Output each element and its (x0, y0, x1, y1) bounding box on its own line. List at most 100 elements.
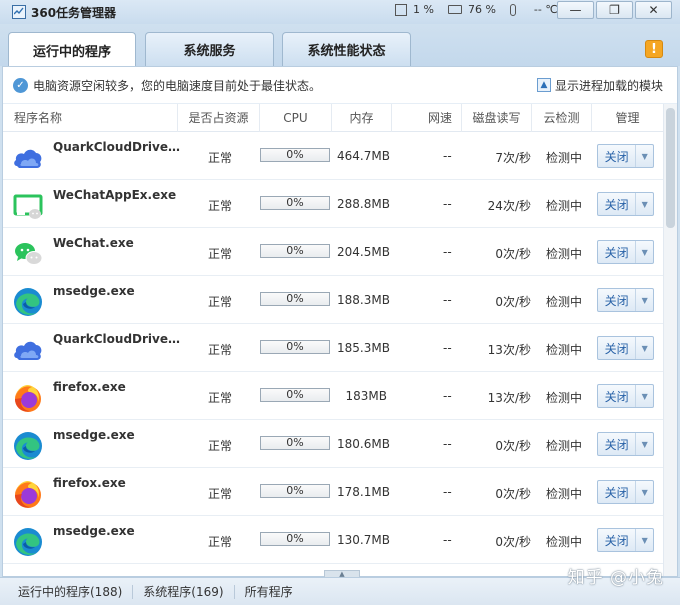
show-modules-link[interactable]: ▲ 显示进程加载的模块 (536, 77, 663, 94)
restore-button[interactable]: ❐ (596, 1, 633, 19)
network-speed: -- (443, 485, 452, 499)
minimize-button[interactable]: — (557, 1, 594, 19)
tab-running-programs[interactable]: 运行中的程序 (8, 32, 136, 67)
vertical-scrollbar[interactable] (663, 104, 677, 576)
chevron-down-icon[interactable]: ▼ (635, 529, 653, 551)
process-name: msedge.exe (53, 428, 135, 442)
close-process-label: 关闭 (604, 437, 629, 452)
close-process-button[interactable]: 关闭 ▼ (597, 144, 654, 168)
firefox-icon (12, 478, 44, 510)
cloud-check-status: 检测中 (546, 199, 583, 213)
edge-icon (12, 526, 44, 558)
network-speed: -- (443, 149, 452, 163)
process-row[interactable]: firefox.exe 正常 0% 178.1MB -- 0次/秒 检测中 关闭 ▼ (3, 468, 663, 516)
temperature: -- ℃ (533, 3, 558, 16)
disk-io: 0次/秒 (495, 535, 531, 549)
cloud-check-status: 检测中 (546, 151, 583, 165)
memory-usage: 178.1MB (337, 485, 390, 499)
arrow-up-icon: ▲ (536, 78, 551, 92)
chevron-down-icon[interactable]: ▼ (635, 289, 653, 311)
disk-io: 0次/秒 (495, 487, 531, 501)
scrollbar-thumb[interactable] (666, 108, 675, 228)
cpu-icon (395, 3, 407, 16)
column-disk[interactable]: 磁盘读写 (462, 104, 532, 132)
filter-running-programs[interactable]: 运行中的程序(188) (0, 584, 134, 599)
window-title: 360任务管理器 (31, 5, 117, 20)
chevron-down-icon[interactable]: ▼ (635, 145, 653, 167)
memory-usage: 185.3MB (337, 341, 390, 355)
cpu-usage-bar: 0% (260, 148, 330, 162)
network-speed: -- (443, 533, 452, 547)
column-cloud[interactable]: 云检测 (532, 104, 592, 132)
close-process-button[interactable]: 关闭 ▼ (597, 384, 654, 408)
cloud-check-status: 检测中 (546, 439, 583, 453)
process-row[interactable]: QuarkCloudDrive.e... 正常 0% 185.3MB -- 13次/秒 检测… (3, 324, 663, 372)
filter-all-programs[interactable]: 所有程序 (235, 585, 303, 599)
close-process-label: 关闭 (604, 197, 629, 212)
chevron-down-icon[interactable]: ▼ (635, 385, 653, 407)
memory-icon (447, 5, 462, 14)
process-name: msedge.exe (53, 284, 135, 298)
warning-icon[interactable]: ! (645, 40, 663, 58)
close-process-button[interactable]: 关闭 ▼ (597, 432, 654, 456)
close-process-button[interactable]: 关闭 ▼ (597, 528, 654, 552)
system-stats: 1 % 76 % -- ℃ (395, 3, 558, 16)
close-button[interactable]: ✕ (635, 1, 672, 19)
edge-icon (12, 286, 44, 318)
column-manage: 管理 (615, 111, 640, 125)
close-process-button[interactable]: 关闭 ▼ (597, 480, 654, 504)
close-process-label: 关闭 (604, 341, 629, 356)
memory-usage: 76 % (467, 3, 496, 16)
chevron-down-icon[interactable]: ▼ (635, 241, 653, 263)
process-name: WeChat.exe (53, 236, 134, 250)
network-speed: -- (443, 197, 452, 211)
zhihu-watermark: 知乎 @小兔 (567, 568, 664, 588)
wechat-icon (12, 238, 44, 270)
cpu-usage-bar: 0% (260, 484, 330, 498)
process-row[interactable]: WeChatAppEx.exe 正常 0% 288.8MB -- 24次/秒 检测中 关闭 ▼ (3, 180, 663, 228)
close-process-button[interactable]: 关闭 ▼ (597, 288, 654, 312)
check-icon: ✓ (13, 77, 28, 93)
close-process-label: 关闭 (604, 533, 629, 548)
column-cpu[interactable]: CPU (260, 104, 332, 132)
chevron-down-icon[interactable]: ▼ (635, 337, 653, 359)
column-name[interactable]: 程序名称 (3, 104, 178, 132)
tab-system-performance[interactable]: 系统性能状态 (282, 32, 411, 66)
chevron-down-icon[interactable]: ▼ (635, 433, 653, 455)
cpu-usage-bar: 0% (260, 388, 330, 402)
resource-status: 正常 (208, 487, 233, 501)
tab-system-services[interactable]: 系统服务 (145, 32, 274, 66)
column-network[interactable]: 网速 (392, 104, 462, 132)
close-process-button[interactable]: 关闭 ▼ (597, 336, 654, 360)
close-process-button[interactable]: 关闭 ▼ (597, 240, 654, 264)
chevron-down-icon[interactable]: ▼ (635, 193, 653, 215)
chevron-down-icon[interactable]: ▼ (635, 481, 653, 503)
cpu-usage-bar: 0% (260, 244, 330, 258)
column-memory[interactable]: 内存 (332, 104, 392, 132)
quark-icon (12, 142, 44, 174)
process-row[interactable]: QuarkCloudDrive.e... 正常 0% 464.7MB -- 7次/秒 检测中… (3, 132, 663, 180)
process-name: QuarkCloudDrive.e... (53, 140, 181, 154)
disk-io: 7次/秒 (495, 151, 531, 165)
memory-usage: 464.7MB (337, 149, 390, 163)
column-resource[interactable]: 是否占资源 (178, 104, 260, 132)
close-process-label: 关闭 (604, 245, 629, 260)
task-manager-logo-icon (12, 5, 26, 19)
network-speed: -- (443, 389, 452, 403)
resource-status: 正常 (208, 535, 233, 549)
close-process-button[interactable]: 关闭 ▼ (597, 192, 654, 216)
process-row[interactable]: firefox.exe 正常 0% 183MB -- 13次/秒 检测中 关闭 ▼ (3, 372, 663, 420)
process-row[interactable]: msedge.exe 正常 0% 188.3MB -- 0次/秒 检测中 关闭 ▼ (3, 276, 663, 324)
filter-system-programs[interactable]: 系统程序(169) (133, 584, 235, 599)
process-row[interactable]: msedge.exe 正常 0% 130.7MB -- 0次/秒 检测中 关闭 ▼ (3, 516, 663, 564)
process-name: firefox.exe (53, 380, 126, 394)
network-speed: -- (443, 293, 452, 307)
table-header: 程序名称 是否占资源 CPU 内存 网速 磁盘读写 云检测 管理 (3, 104, 663, 132)
process-name: firefox.exe (53, 476, 126, 490)
process-row[interactable]: WeChat.exe 正常 0% 204.5MB -- 0次/秒 检测中 关闭 ▼ (3, 228, 663, 276)
process-name: WeChatAppEx.exe (53, 188, 177, 202)
disk-io: 13次/秒 (487, 391, 531, 405)
resource-status: 正常 (208, 391, 233, 405)
memory-usage: 188.3MB (337, 293, 390, 307)
process-row[interactable]: msedge.exe 正常 0% 180.6MB -- 0次/秒 检测中 关闭 ▼ (3, 420, 663, 468)
